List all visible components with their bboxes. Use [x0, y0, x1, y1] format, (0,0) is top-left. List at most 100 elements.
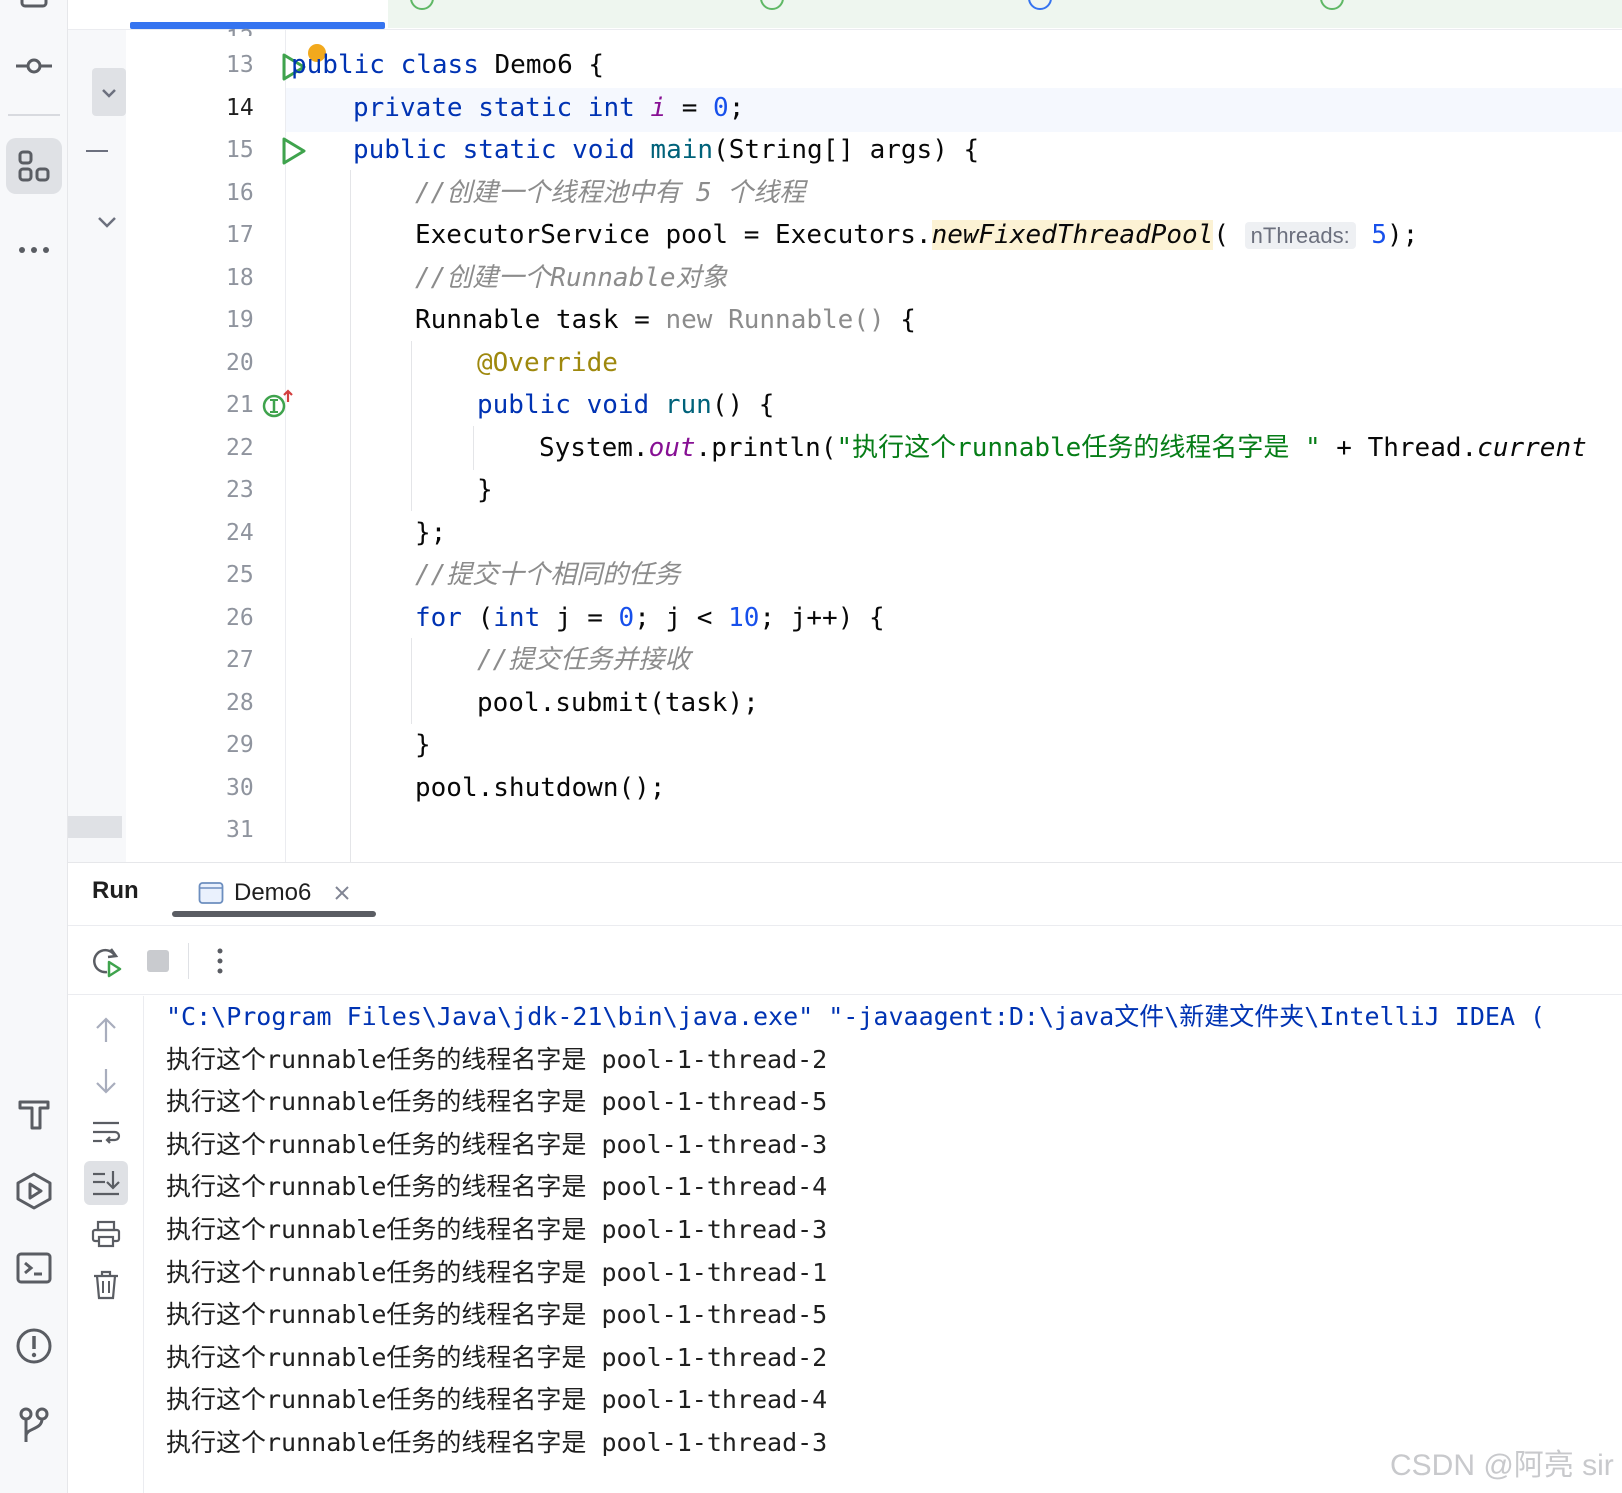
toolbar-separator — [188, 943, 189, 979]
token: Runnable task = — [415, 305, 650, 335]
line-number: 14 — [226, 95, 254, 121]
tab-run-demo6[interactable]: Demo6 — [198, 873, 378, 913]
code-line-13: public class Demo6 { — [291, 45, 604, 85]
annotation: @Override — [477, 348, 618, 378]
indent-guide — [350, 170, 351, 862]
scroll-to-end-icon[interactable] — [84, 1161, 128, 1205]
comment: //创建一个Runnable对象 — [415, 263, 728, 293]
line-number: 17 — [226, 222, 254, 248]
token: 0 — [713, 93, 729, 123]
token: newFixedThreadPool — [931, 220, 1214, 250]
stop-icon[interactable] — [138, 941, 178, 981]
line-number: 24 — [226, 520, 254, 546]
token: ; j++) { — [759, 603, 885, 633]
run-panel-title: Run — [92, 877, 139, 904]
console-line: 执行这个runnable任务的线程名字是 pool-1-thread-2 — [166, 1342, 828, 1372]
token: .println( — [695, 433, 837, 463]
line-number: 12 — [226, 26, 286, 36]
tab-icon — [760, 0, 784, 10]
string-literal: "执行这个runnable任务的线程名字是 " — [836, 433, 1321, 463]
token: pool.shutdown(); — [415, 773, 666, 803]
scroll-thumb[interactable] — [68, 816, 122, 838]
token: { — [900, 305, 916, 335]
code-line-25: //提交十个相同的任务 — [415, 555, 680, 595]
problems-icon[interactable] — [6, 1318, 62, 1374]
token: public — [291, 50, 385, 80]
terminal-icon[interactable] — [6, 1240, 62, 1296]
editor-tab-strip — [68, 0, 1622, 30]
project-icon[interactable] — [6, 0, 62, 28]
strip-separator — [8, 114, 60, 116]
code-content[interactable]: public class Demo6 { private static int … — [286, 30, 1622, 862]
comment: //提交十个相同的任务 — [415, 560, 681, 590]
line-number: 30 — [226, 775, 254, 801]
code-editor[interactable]: 12 13 14 15 16 17 18 19 20 21 22 23 24 2… — [68, 0, 1622, 862]
print-icon[interactable] — [84, 1212, 128, 1256]
line-number: 25 — [226, 562, 254, 588]
code-line-16: //创建一个线程池中有 5 个线程 — [415, 173, 805, 213]
line-number: 26 — [226, 605, 254, 631]
left-tool-strip — [0, 0, 68, 1493]
tab-icon — [410, 0, 434, 10]
structure-icon[interactable] — [6, 138, 62, 194]
commit-icon[interactable] — [6, 38, 62, 94]
line-number: 29 — [226, 732, 254, 758]
comment: //提交任务并接收 — [477, 645, 691, 675]
fold-toggle[interactable] — [92, 68, 126, 116]
code-line-21: public void run() { — [477, 385, 774, 425]
console-line: 执行这个runnable任务的线程名字是 pool-1-thread-4 — [166, 1172, 828, 1202]
line-number: 28 — [226, 690, 254, 716]
rerun-icon[interactable] — [86, 941, 126, 981]
code-line-22: System.out.println("执行这个runnable任务的线程名字是… — [539, 428, 1587, 468]
parameter-hint: nThreads: — [1244, 222, 1356, 249]
run-header: Run Demo6 — [68, 863, 1622, 925]
line-number: 13 — [226, 52, 254, 78]
console-output[interactable]: "C:\Program Files\Java\jdk-21\bin\java.e… — [166, 996, 1622, 1493]
chevron-down-icon[interactable] — [96, 214, 118, 230]
token: ; — [728, 93, 745, 123]
token: = — [681, 93, 698, 123]
code-line-15: public static void main(String[] args) { — [353, 130, 979, 170]
console-line: 执行这个runnable任务的线程名字是 pool-1-thread-5 — [166, 1300, 828, 1330]
comment: //创建一个线程池中有 5 个线程 — [415, 178, 806, 208]
scroll-down-icon[interactable] — [84, 1059, 128, 1103]
clear-icon[interactable] — [84, 1263, 128, 1307]
line-number: 23 — [226, 477, 254, 503]
code-line-26: for (int j = 0; j < 10; j++) { — [415, 598, 885, 638]
token: ( — [1213, 220, 1229, 250]
scroll-up-icon[interactable] — [84, 1008, 128, 1052]
token: i — [650, 93, 667, 123]
token: ExecutorService pool = Executors. — [415, 220, 932, 250]
code-line-18: //创建一个Runnable对象 — [415, 258, 728, 298]
console-side-toolbar — [68, 996, 144, 1493]
token: pool.submit(task); — [477, 688, 759, 718]
token: for — [415, 603, 462, 633]
token: Demo6 { — [494, 50, 605, 80]
console-line: 执行这个runnable任务的线程名字是 pool-1-thread-1 — [166, 1257, 828, 1287]
line-number: 15 — [226, 137, 254, 163]
more-vertical-icon[interactable] — [200, 941, 240, 981]
git-icon[interactable] — [6, 1396, 62, 1452]
token: new Runnable() — [665, 305, 885, 335]
close-icon[interactable] — [333, 884, 351, 902]
token: class — [400, 50, 479, 80]
services-icon[interactable] — [6, 1163, 62, 1219]
token: 10 — [728, 603, 760, 633]
indent-guide — [411, 638, 412, 724]
code-line-24: }; — [415, 513, 446, 553]
indent-guide — [411, 341, 412, 511]
token: 5 — [1371, 220, 1388, 250]
token: }; — [415, 518, 447, 548]
run-tool-window: Run Demo6 "C:\Program Files\Java\jdk-21\… — [68, 862, 1622, 1493]
token: out — [648, 433, 696, 463]
code-line-27: //提交任务并接收 — [477, 640, 690, 680]
soft-wrap-icon[interactable] — [84, 1110, 128, 1154]
divider — [68, 925, 1622, 926]
code-line-28: pool.submit(task); — [477, 683, 759, 723]
editor-tabs-inactive[interactable] — [388, 0, 1622, 28]
token: public static void — [353, 135, 635, 165]
more-icon[interactable] — [6, 214, 62, 270]
token: private static int — [353, 93, 635, 123]
code-line-17: ExecutorService pool = Executors.newFixe… — [415, 215, 1418, 256]
build-icon[interactable] — [6, 1086, 62, 1142]
